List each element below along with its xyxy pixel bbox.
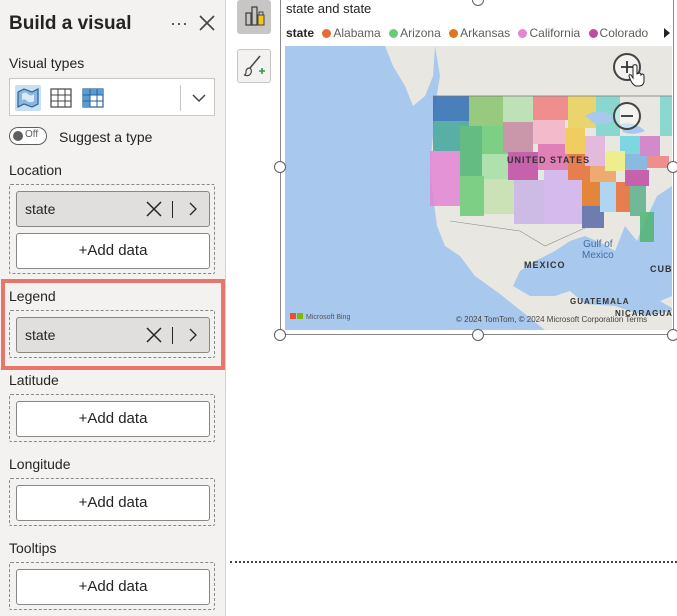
map-legend: state Alabama Arizona Arkansas Californi… [286,26,672,42]
format-brush-icon [243,55,265,77]
visual-types-gallery [9,78,215,116]
legend-item[interactable]: California [518,26,580,40]
latitude-add-data-button[interactable]: +Add data [16,401,210,437]
build-visual-icon [245,6,265,26]
latitude-well-label: Latitude [9,372,59,388]
visual-types-label: Visual types [9,55,85,71]
legend-dot [518,29,528,38]
tooltips-well[interactable]: +Add data [9,562,215,610]
map-label-united-states: UNITED STATES [507,155,591,165]
map-label-cuba: CUBA [650,264,672,274]
legend-title: state [286,26,315,40]
expand-visuals-button[interactable] [187,85,211,111]
resize-handle[interactable] [274,329,286,341]
legend-dot [449,29,459,38]
pane-title: Build a visual [9,13,132,34]
divider [180,85,181,111]
legend-label: Colorado [599,26,649,40]
location-field-pill[interactable]: state [16,191,210,227]
legend-dot [389,29,399,38]
legend-label: Arizona [400,26,441,40]
map-provider-logo: Microsoft Bing [290,313,350,321]
latitude-well[interactable]: +Add data [9,394,215,442]
legend-label: Arkansas [460,26,511,40]
zoom-out-button[interactable] [613,102,641,130]
legend-label: Alabama [333,26,381,40]
location-well[interactable]: state +Add data [9,184,215,274]
resize-handle[interactable] [667,329,677,341]
hand-cursor-icon [628,64,645,87]
field-name: state [25,201,56,217]
build-visual-pane: Build a visual ··· Visual types Off Sugg… [0,0,226,616]
resize-handle[interactable] [472,329,484,341]
longitude-add-data-button[interactable]: +Add data [16,485,210,521]
tooltips-add-data-button[interactable]: +Add data [16,569,210,605]
divider [172,201,173,218]
legend-item[interactable]: Colorado [588,26,649,40]
build-visual-tab-button[interactable] [237,0,271,34]
toggle-state-label: Off [25,129,39,140]
map-visual-icon[interactable] [15,85,41,111]
location-add-data-button[interactable]: +Add data [16,233,210,269]
resize-handle[interactable] [274,161,286,173]
legend-highlight-box [1,279,225,370]
chevron-down-icon [192,94,206,103]
chevron-right-icon[interactable] [184,200,202,218]
minus-icon [621,115,633,117]
legend-item[interactable]: Alabama [322,26,381,40]
tooltips-well-label: Tooltips [9,540,57,556]
location-well-label: Location [9,162,62,178]
matrix-visual-icon[interactable] [80,85,106,111]
map-background [285,46,672,330]
map-label-guatemala: GUATEMALA [570,297,630,306]
provider-label: Microsoft Bing [306,314,351,321]
suggest-type-label: Suggest a type [59,129,153,145]
legend-item[interactable]: Arizona [389,26,441,40]
legend-item[interactable]: Arkansas [449,26,510,40]
resize-handle[interactable] [472,0,484,6]
remove-field-icon[interactable] [145,200,163,218]
toggle-knob [13,131,23,141]
longitude-well[interactable]: +Add data [9,478,215,526]
map-label-gulf: Gulf of Mexico [582,239,614,261]
suggest-type-toggle[interactable]: Off [9,127,47,145]
page-boundary-line [230,561,677,563]
legend-next-arrow-icon[interactable] [663,28,671,38]
map-copyright: © 2024 TomTom, © 2024 Microsoft Corporat… [456,315,648,324]
legend-label: California [529,26,581,40]
legend-dot [322,29,332,38]
more-options-button[interactable]: ··· [168,10,190,36]
close-icon [199,15,215,31]
legend-dot [588,29,598,38]
map-canvas[interactable]: UNITED STATES MEXICO CUBA GUATEMALA NICA… [285,46,672,330]
format-visual-tab-button[interactable] [237,49,271,83]
table-visual-icon[interactable] [48,85,74,111]
longitude-well-label: Longitude [9,456,71,472]
close-pane-button[interactable] [196,12,218,34]
visual-title: state and state [286,1,372,16]
resize-handle[interactable] [667,161,677,173]
map-label-mexico: MEXICO [524,260,566,270]
